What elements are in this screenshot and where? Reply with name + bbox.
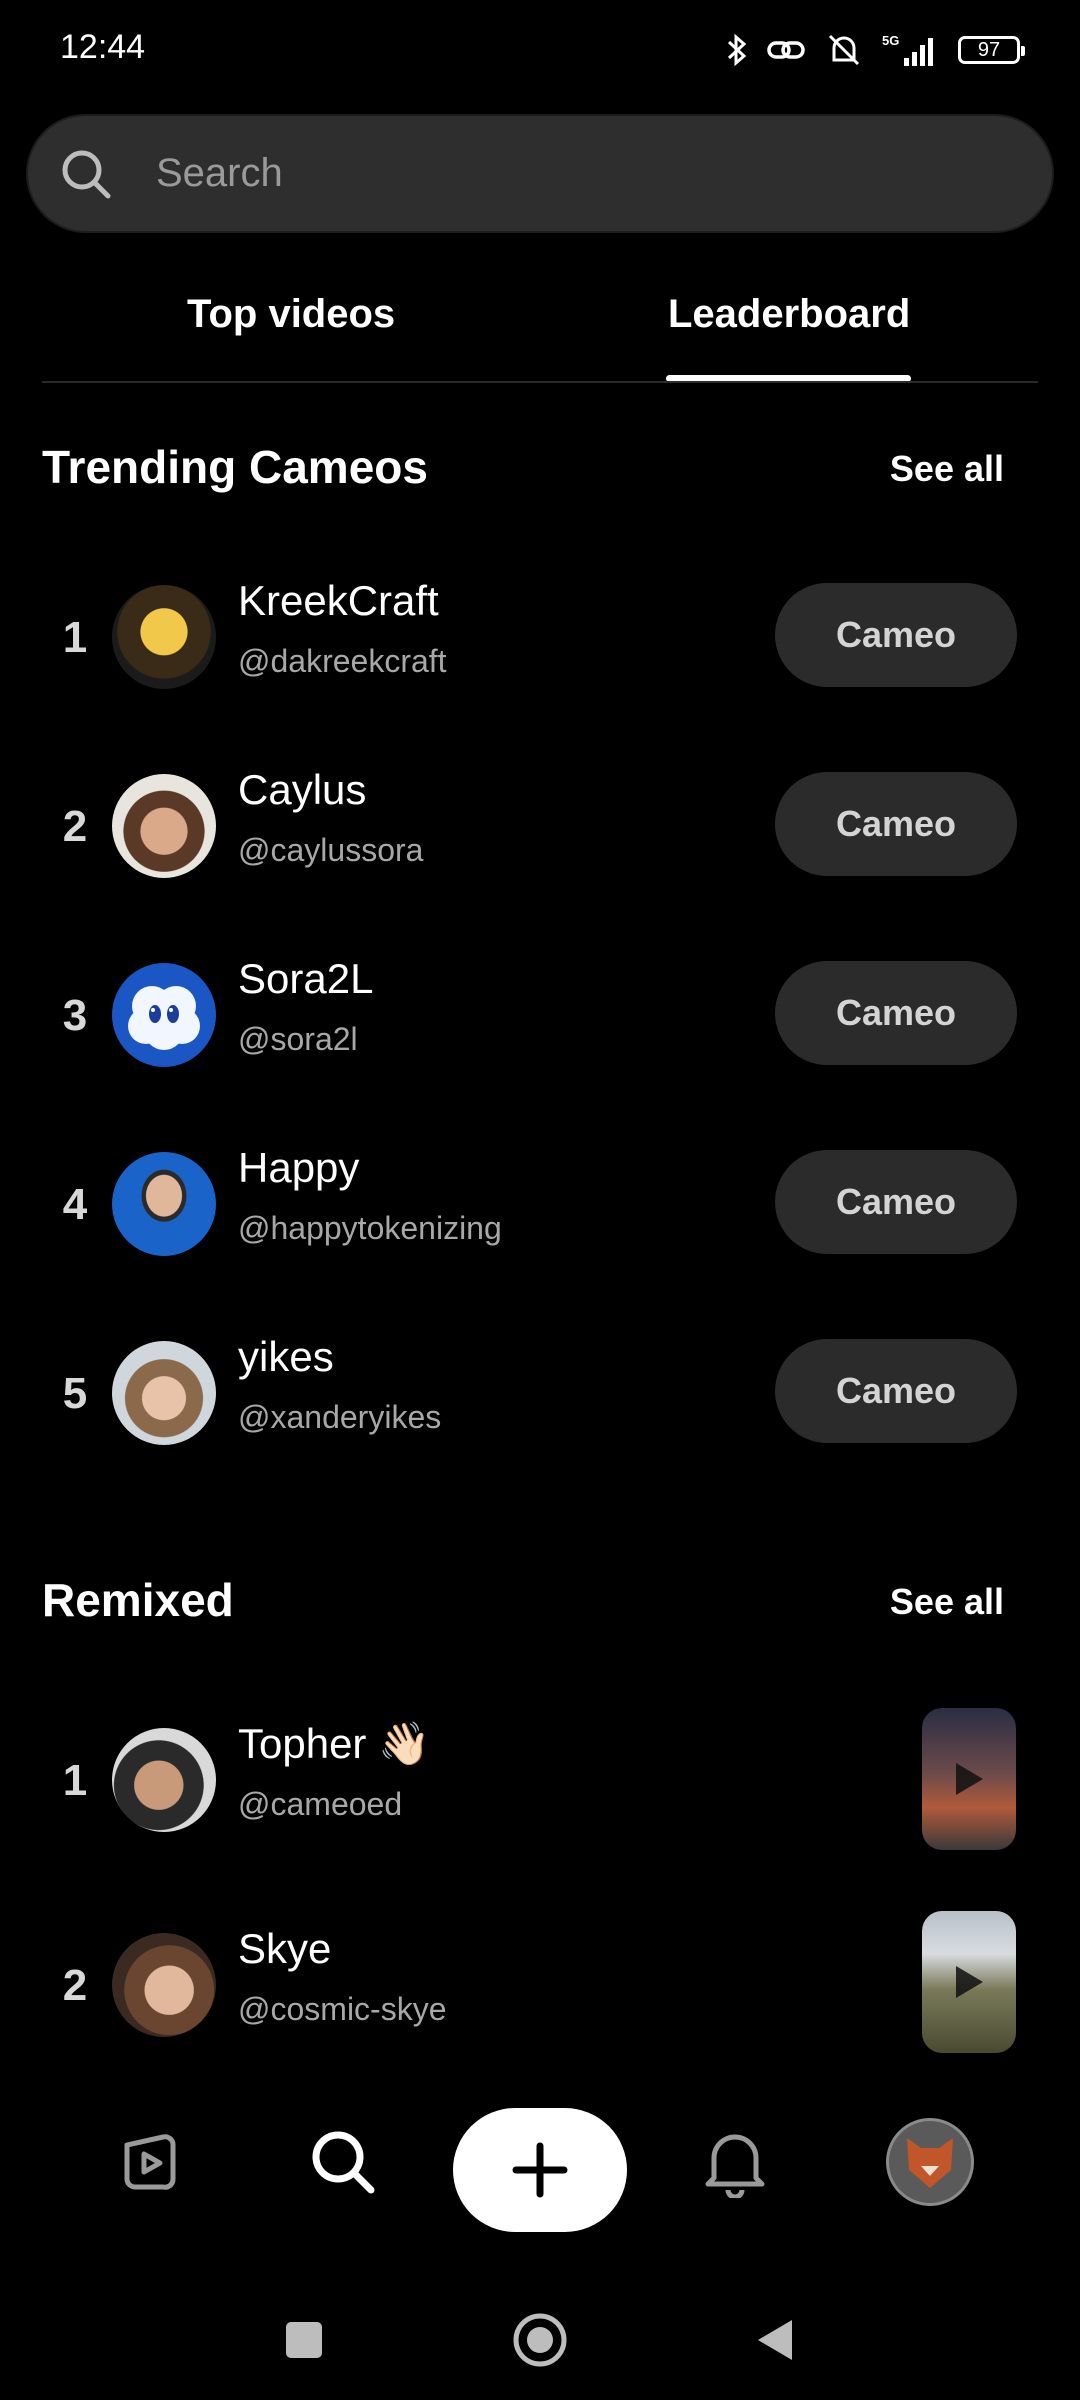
user-handle: @caylussora xyxy=(238,832,424,868)
cameo-button[interactable]: Cameo xyxy=(775,583,1017,687)
cameo-button[interactable]: Cameo xyxy=(775,1150,1017,1254)
search-icon xyxy=(312,2131,375,2194)
remixed-see-all-link[interactable]: See all xyxy=(890,1581,1004,1623)
search-bar[interactable] xyxy=(28,116,1052,231)
home-button[interactable] xyxy=(500,2300,580,2380)
link-icon xyxy=(767,41,805,59)
rank-number: 3 xyxy=(62,991,88,1040)
status-time: 12:44 xyxy=(60,28,146,66)
back-button[interactable] xyxy=(734,2300,814,2380)
user-name[interactable]: Caylus xyxy=(238,766,366,814)
svg-text:5G: 5G xyxy=(882,33,899,48)
bluetooth-icon xyxy=(727,33,747,67)
cameo-button[interactable]: Cameo xyxy=(775,1339,1017,1443)
rank-number: 5 xyxy=(62,1369,88,1418)
user-name[interactable]: Sora2L xyxy=(238,955,373,1003)
user-name[interactable]: Topher 👋🏻 xyxy=(238,1720,430,1769)
trending-row[interactable]: 2 Caylus @caylussora Cameo xyxy=(0,762,1080,882)
trending-row[interactable]: 3 Sora2L @sora2l Cameo xyxy=(0,951,1080,1071)
rank-number: 1 xyxy=(62,613,88,662)
avatar[interactable] xyxy=(112,963,216,1067)
tab-divider xyxy=(42,381,1038,383)
notifications-nav-button[interactable] xyxy=(685,2112,785,2212)
profile-avatar xyxy=(886,2118,974,2206)
back-triangle-icon xyxy=(758,2320,792,2360)
trending-see-all-link[interactable]: See all xyxy=(890,448,1004,490)
status-icons: 5G 97 xyxy=(726,28,1025,72)
search-icon xyxy=(62,150,111,198)
rank-number: 4 xyxy=(62,1180,88,1229)
trending-section-title: Trending Cameos xyxy=(42,441,428,493)
battery-indicator: 97 xyxy=(958,36,1025,64)
cameo-button[interactable]: Cameo xyxy=(775,772,1017,876)
trending-row[interactable]: 4 Happy @happytokenizing Cameo xyxy=(0,1140,1080,1260)
trending-row[interactable]: 5 yikes @xanderyikes Cameo xyxy=(0,1329,1080,1449)
user-name[interactable]: Skye xyxy=(238,1925,331,1973)
user-handle: @xanderyikes xyxy=(238,1399,442,1435)
user-name[interactable]: yikes xyxy=(238,1333,334,1381)
cloud-mascot-icon xyxy=(128,986,200,1050)
avatar[interactable] xyxy=(112,1341,216,1445)
avatar[interactable] xyxy=(112,774,216,878)
user-name[interactable]: Happy xyxy=(238,1144,359,1192)
create-button[interactable] xyxy=(453,2108,627,2232)
remix-video-thumbnail[interactable] xyxy=(922,1708,1016,1850)
alarm-off-icon xyxy=(828,34,860,66)
home-circle-icon xyxy=(513,2313,567,2367)
rank-number: 2 xyxy=(62,802,88,851)
bell-icon xyxy=(705,2134,765,2198)
user-handle: @dakreekcraft xyxy=(238,643,447,679)
remixed-section-title: Remixed xyxy=(42,1574,234,1626)
feed-nav-button[interactable] xyxy=(100,2112,200,2212)
avatar[interactable] xyxy=(112,1728,216,1832)
rank-number: 2 xyxy=(62,1961,88,2010)
recents-button[interactable] xyxy=(264,2300,344,2380)
avatar[interactable] xyxy=(112,585,216,689)
remixed-row[interactable]: 2 Skye @cosmic-skye xyxy=(0,1911,1080,2071)
rank-number: 1 xyxy=(62,1756,88,1805)
fox-avatar-icon xyxy=(907,2138,953,2188)
play-icon xyxy=(956,1763,983,1795)
remixed-row[interactable]: 1 Topher 👋🏻 @cameoed xyxy=(0,1708,1080,1866)
square-icon xyxy=(286,2322,322,2358)
user-name[interactable]: KreekCraft xyxy=(238,577,439,625)
signal-icon: 5G xyxy=(882,33,933,66)
trending-row[interactable]: 1 KreekCraft @dakreekcraft Cameo xyxy=(0,573,1080,693)
feed-icon xyxy=(124,2134,176,2190)
plus-icon xyxy=(512,2142,568,2198)
tab-top-videos[interactable]: Top videos xyxy=(187,292,395,337)
user-handle: @happytokenizing xyxy=(238,1210,502,1246)
user-handle: @cosmic-skye xyxy=(238,1991,447,2027)
play-icon xyxy=(956,1966,983,1998)
cameo-button[interactable]: Cameo xyxy=(775,961,1017,1065)
remix-video-thumbnail[interactable] xyxy=(922,1911,1016,2053)
avatar[interactable] xyxy=(112,1152,216,1256)
user-handle: @cameoed xyxy=(238,1786,403,1822)
profile-nav-button[interactable] xyxy=(880,2112,980,2212)
tab-leaderboard[interactable]: Leaderboard xyxy=(668,292,910,337)
avatar[interactable] xyxy=(112,1933,216,2037)
user-handle: @sora2l xyxy=(238,1021,358,1057)
search-nav-button[interactable] xyxy=(293,2112,393,2212)
search-input[interactable] xyxy=(154,150,978,197)
